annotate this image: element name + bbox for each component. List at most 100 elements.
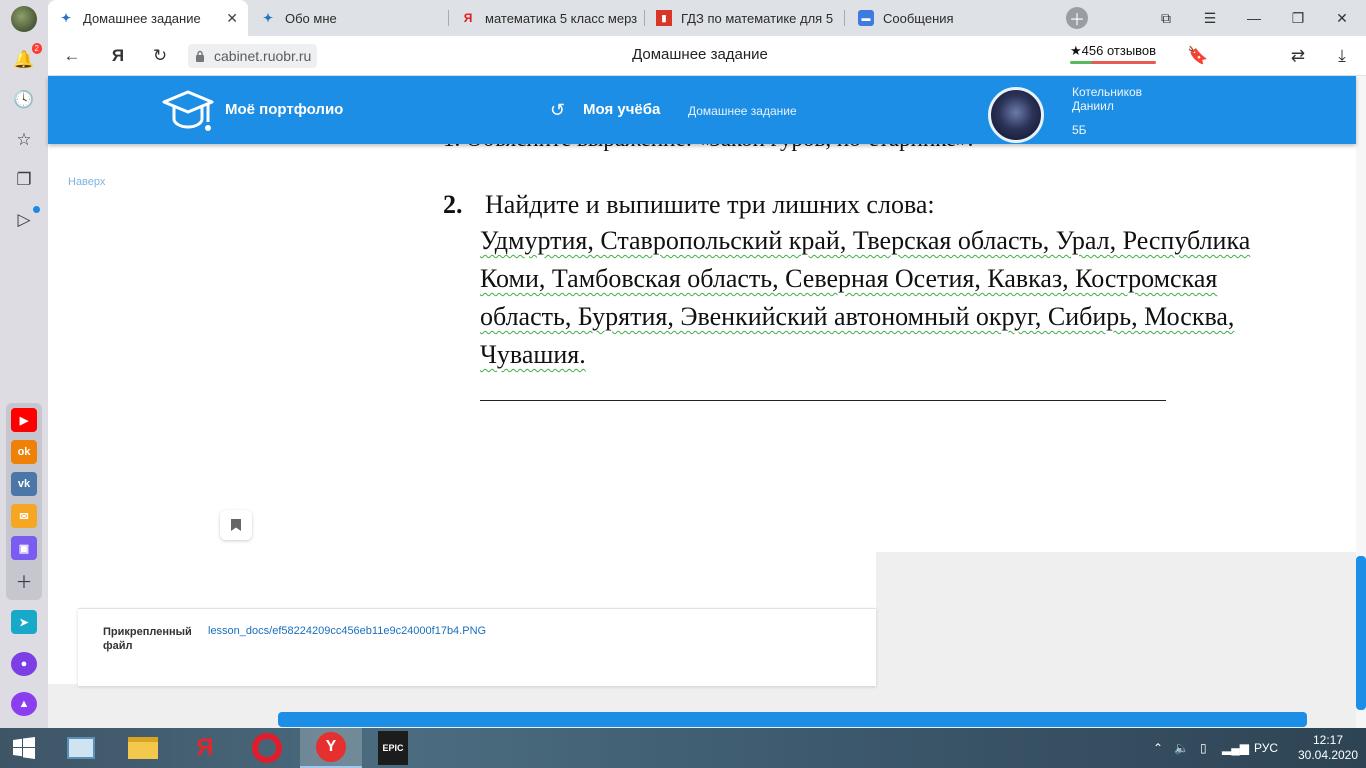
taskbar: Я Y EPIC ⌃ 🔈 ▯ ▂▄▆ РУС 12:17 30.04.2020 xyxy=(0,728,1366,768)
user-class: 5Б xyxy=(1072,123,1087,137)
flag-favicon-icon: ▮ xyxy=(656,10,672,26)
task-title: Найдите и выпишите три лишних слова: xyxy=(485,190,935,219)
new-tab-icon[interactable]: ＋ xyxy=(1057,0,1097,36)
youtube-icon[interactable]: ▶ xyxy=(11,408,37,432)
unread-dot xyxy=(33,206,40,213)
back-icon[interactable]: ← xyxy=(60,44,84,68)
browser-sidebar: 🔔 2 🕓 ☆ ❐ ▷ ▶ ok vk ✉ ▣ ＋ ➤ ● ▲ xyxy=(0,0,48,728)
epic-games-icon[interactable]: EPIC xyxy=(362,728,424,768)
tab-separator xyxy=(644,10,645,26)
collections-icon[interactable]: ❐ xyxy=(12,168,36,192)
lock-icon xyxy=(196,50,204,62)
yandex-active-icon[interactable]: Y xyxy=(300,728,362,768)
task-1-text: 1. Объясните выражение: «Закон гуров, по… xyxy=(443,144,973,152)
graduation-cap-icon[interactable] xyxy=(162,88,214,136)
bookmark-button[interactable] xyxy=(220,510,252,540)
menu-icon[interactable]: ☰ xyxy=(1190,0,1230,36)
file-explorer-icon[interactable] xyxy=(112,728,174,768)
chat-favicon-icon: ▬ xyxy=(858,10,874,26)
answer-line xyxy=(480,400,1166,401)
translate-icon[interactable]: ⇄ xyxy=(1286,44,1310,68)
alice-icon[interactable]: ● xyxy=(11,652,37,676)
user-avatar[interactable] xyxy=(988,87,1044,143)
close-window-icon[interactable]: ✕ xyxy=(1322,0,1362,36)
network-icon[interactable]: ▂▄▆ xyxy=(1222,728,1249,768)
send-icon[interactable]: ➤ xyxy=(11,610,37,634)
mail-icon[interactable]: ✉ xyxy=(11,504,37,528)
tab-math-search[interactable]: Я математика 5 класс мерз xyxy=(450,0,642,36)
reviews-count: 456 отзывов xyxy=(1081,43,1157,58)
reload-icon[interactable]: ↻ xyxy=(148,44,172,68)
attachment-label: Прикрепленный файл xyxy=(103,626,192,652)
bookmark-icon xyxy=(231,519,241,531)
vk-icon[interactable]: vk xyxy=(11,472,37,496)
tab-title: Домашнее задание xyxy=(83,10,201,26)
tab-title: Обо мне xyxy=(285,10,337,26)
odnoklassniki-icon[interactable]: ok xyxy=(11,440,37,464)
ruobr-favicon-icon: ✦ xyxy=(262,11,274,25)
nav-homework[interactable]: Домашнее задание xyxy=(688,104,797,118)
battery-icon[interactable]: ▯ xyxy=(1200,728,1207,768)
tab-title: Сообщения xyxy=(883,10,954,26)
play-icon[interactable]: ▷ xyxy=(12,206,40,232)
page-background xyxy=(876,552,1356,728)
task-body: Удмуртия, Ставропольский край, Тверская … xyxy=(480,226,1251,369)
tab-title: математика 5 класс мерз xyxy=(485,10,638,26)
task-manager-icon[interactable] xyxy=(50,728,112,768)
tab-gdz[interactable]: ▮ ГДЗ по математике для 5 xyxy=(646,0,842,36)
task-number: 2. xyxy=(443,190,463,219)
refresh-icon: ↺ xyxy=(550,100,566,120)
tab-title: ГДЗ по математике для 5 xyxy=(681,10,834,26)
url-field[interactable]: cabinet.ruobr.ru xyxy=(188,44,318,68)
tab-homework[interactable]: ✦ Домашнее задание ✕ xyxy=(48,0,248,36)
opera-icon[interactable] xyxy=(236,728,298,768)
ruobr-favicon-icon: ✦ xyxy=(60,11,72,25)
profile-avatar[interactable] xyxy=(11,6,37,32)
download-icon[interactable]: ⤓ xyxy=(1330,44,1354,68)
history-icon[interactable]: 🕓 xyxy=(12,88,36,112)
system-clock[interactable]: 12:17 30.04.2020 xyxy=(1296,733,1360,763)
bell-icon[interactable]: 🔔 2 xyxy=(12,43,42,72)
rating-bar xyxy=(1070,61,1157,64)
restore-icon[interactable]: ❐ xyxy=(1278,0,1318,36)
user-firstname: Даниил xyxy=(1072,99,1114,113)
add-app-icon[interactable]: ＋ xyxy=(12,568,36,592)
nav-my-study[interactable]: Моя учёба xyxy=(583,101,660,118)
language-indicator[interactable]: РУС xyxy=(1254,728,1278,768)
brand-link[interactable]: Моё портфолио xyxy=(225,101,343,118)
close-tab-icon[interactable]: ✕ xyxy=(226,10,238,27)
yandex-browser-icon[interactable]: Я xyxy=(174,728,236,768)
messenger-icon[interactable]: ▣ xyxy=(11,536,37,560)
tab-messages[interactable]: ▬ Сообщения xyxy=(848,0,1048,36)
assistant-icon[interactable]: ▲ xyxy=(11,692,37,716)
url-text: cabinet.ruobr.ru xyxy=(214,48,312,64)
page-title: Домашнее задание xyxy=(632,46,768,63)
tab-separator xyxy=(448,10,449,26)
user-surname: Котельников xyxy=(1072,85,1143,99)
homework-image: 1. Объясните выражение: «Закон гуров, по… xyxy=(433,144,1303,420)
main-content: Наверх 1. Объясните выражение: «Закон гу… xyxy=(48,144,1356,728)
tab-about-me[interactable]: ✦ Обо мне xyxy=(250,0,446,36)
volume-icon[interactable]: 🔈 xyxy=(1174,728,1189,768)
minimize-icon[interactable]: — xyxy=(1234,0,1274,36)
tab-bar: ✦ Домашнее задание ✕ ✦ Обо мне Я математ… xyxy=(48,0,1366,36)
yandex-home-icon[interactable]: Я xyxy=(106,44,130,68)
reviews-widget[interactable]: ★456 отзывов xyxy=(1070,43,1157,64)
vertical-scrollbar-thumb[interactable] xyxy=(1356,556,1366,710)
star-icon[interactable]: ☆ xyxy=(12,128,36,152)
clock-time: 12:17 xyxy=(1312,733,1344,747)
windows-start-icon[interactable] xyxy=(0,728,48,768)
address-bar: ← Я ↻ cabinet.ruobr.ru Домашнее задание … xyxy=(48,36,1366,76)
user-name[interactable]: Котельников Даниил xyxy=(1072,85,1142,113)
tray-expand-icon[interactable]: ⌃ xyxy=(1153,728,1163,768)
tabs-manager-icon[interactable]: ⧉ xyxy=(1146,0,1186,36)
bookmark-icon[interactable]: 🔖 xyxy=(1186,44,1210,68)
attachment-link[interactable]: lesson_docs/ef58224209cc456eb11e9c24000f… xyxy=(208,625,486,637)
site-header: Моё портфолио ↺ Моя учёба Домашнее задан… xyxy=(48,76,1356,144)
yandex-favicon-icon: Я xyxy=(463,11,473,25)
back-to-top-link[interactable]: Наверх xyxy=(68,176,105,188)
attachment-card: Прикрепленный файл lesson_docs/ef5822420… xyxy=(78,608,876,686)
clock-date: 30.04.2020 xyxy=(1297,748,1359,762)
horizontal-scrollbar[interactable] xyxy=(278,712,1307,727)
notification-badge: 2 xyxy=(31,43,42,54)
